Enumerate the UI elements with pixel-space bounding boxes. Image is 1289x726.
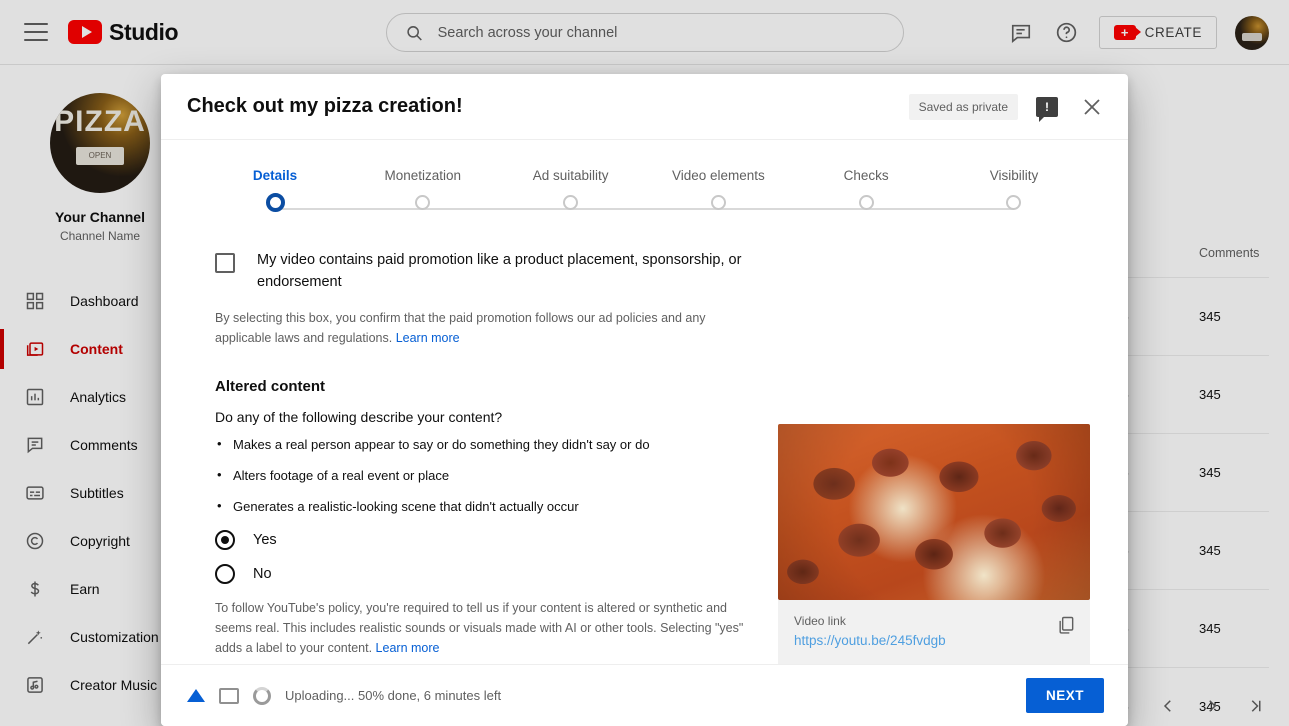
- stepper-line: [275, 208, 1014, 210]
- copy-icon[interactable]: [1056, 614, 1076, 636]
- next-button[interactable]: NEXT: [1025, 678, 1104, 713]
- upload-spinner-icon: [253, 686, 271, 705]
- list-item: Generates a realistic-looking scene that…: [215, 498, 771, 514]
- step-checks[interactable]: Checks: [806, 168, 926, 212]
- altered-content-option-yes[interactable]: Yes: [215, 529, 771, 550]
- close-icon[interactable]: [1080, 95, 1104, 119]
- step-label: Monetization: [384, 168, 462, 183]
- step-video-elements[interactable]: Video elements: [658, 168, 778, 212]
- step-monetization[interactable]: Monetization: [363, 168, 483, 212]
- radio-no-label: No: [253, 565, 272, 582]
- step-dot: [265, 193, 285, 212]
- details-form: My video contains paid promotion like a …: [215, 250, 771, 726]
- dialog-header: Check out my pizza creation! Saved as pr…: [161, 74, 1128, 140]
- paid-promotion-helper-text: By selecting this box, you confirm that …: [215, 310, 706, 345]
- step-visibility[interactable]: Visibility: [954, 168, 1074, 212]
- dialog-title: Check out my pizza creation!: [187, 95, 463, 117]
- upload-status-text: Uploading... 50% done, 6 minutes left: [285, 688, 502, 703]
- status-badge: Saved as private: [908, 93, 1018, 120]
- paid-promotion-row[interactable]: My video contains paid promotion like a …: [215, 250, 771, 294]
- video-details-dialog: Check out my pizza creation! Saved as pr…: [161, 74, 1128, 726]
- altered-content-policy-text: To follow YouTube's policy, you're requi…: [215, 600, 744, 655]
- radio-yes-label: Yes: [253, 531, 277, 548]
- altered-content-option-no[interactable]: No: [215, 563, 771, 584]
- paid-promotion-checkbox[interactable]: [215, 253, 235, 273]
- radio-yes[interactable]: [215, 529, 235, 550]
- upload-arrow-icon: [187, 689, 205, 702]
- list-item: Alters footage of a real event or place: [215, 467, 771, 483]
- paid-promotion-learn-more-link[interactable]: Learn more: [396, 331, 460, 345]
- pepperoni-pizza-thumbnail[interactable]: [778, 424, 1090, 600]
- altered-content-bullets: Makes a real person appear to say or do …: [215, 436, 771, 514]
- step-dot: [710, 195, 726, 210]
- app-root: Studio Search across your channel + CREA…: [0, 0, 1289, 726]
- step-label: Checks: [843, 168, 889, 183]
- altered-content-title: Altered content: [215, 377, 326, 395]
- step-label: Ad suitability: [532, 168, 609, 183]
- step-dot: [1006, 195, 1022, 210]
- altered-content-learn-more-link[interactable]: Learn more: [376, 641, 440, 655]
- radio-no[interactable]: [215, 563, 235, 584]
- step-dot: [858, 195, 874, 210]
- video-link-label: Video link: [794, 614, 846, 628]
- step-label: Visibility: [989, 168, 1039, 183]
- video-link-value[interactable]: https://youtu.be/245fvdgb: [794, 633, 1074, 648]
- altered-content-question: Do any of the following describe your co…: [215, 408, 503, 425]
- altered-content-policy: To follow YouTube's policy, you're requi…: [215, 598, 745, 658]
- paid-promotion-label: My video contains paid promotion like a …: [257, 252, 742, 290]
- dialog-body: My video contains paid promotion like a …: [161, 226, 1128, 726]
- processing-icon: [219, 687, 239, 704]
- step-label: Video elements: [671, 168, 765, 183]
- step-dot: [563, 195, 579, 210]
- paid-promotion-helper: By selecting this box, you confirm that …: [215, 308, 745, 348]
- step-label: Details: [252, 168, 298, 183]
- dialog-footer: Uploading... 50% done, 6 minutes left NE…: [161, 664, 1128, 726]
- upload-stepper: Details Monetization Ad suitability Vide…: [215, 168, 1074, 226]
- report-issue-icon[interactable]: [1036, 96, 1058, 122]
- step-ad-suitability[interactable]: Ad suitability: [511, 168, 631, 212]
- list-item: Makes a real person appear to say or do …: [215, 436, 771, 452]
- step-details[interactable]: Details: [215, 168, 335, 212]
